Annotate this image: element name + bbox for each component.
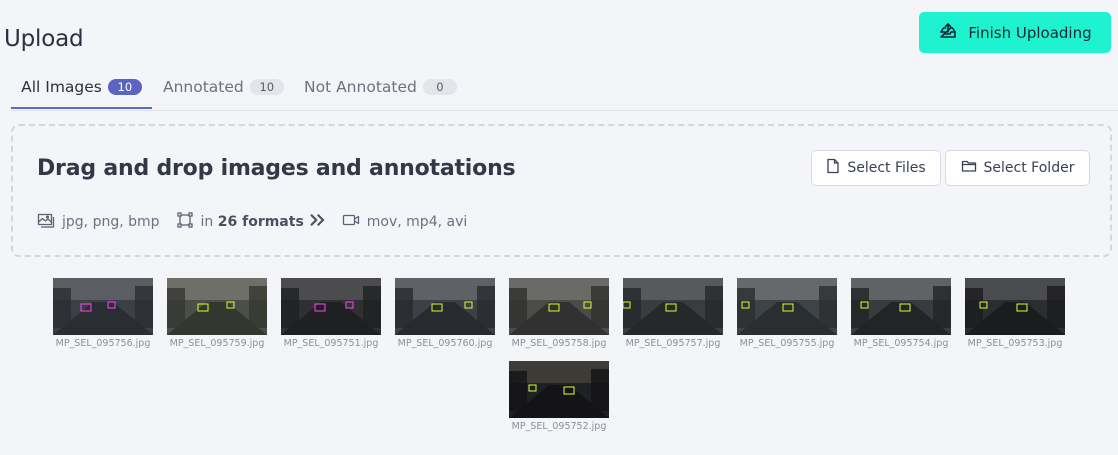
video-camera-icon — [342, 211, 360, 233]
image-thumbnail[interactable] — [281, 278, 381, 335]
image-filename: MP_SEL_095759.jpg — [169, 338, 265, 349]
select-files-label: Select Files — [847, 160, 926, 176]
select-folder-button[interactable]: Select Folder — [945, 150, 1090, 186]
tab-not-annotated[interactable]: Not Annotated 0 — [304, 66, 457, 108]
image-filename: MP_SEL_095752.jpg — [511, 421, 607, 432]
tab-label: All Images — [21, 77, 102, 96]
tab-all-images[interactable]: All Images 10 — [11, 66, 152, 109]
upload-tray-icon — [938, 21, 958, 45]
image-filename: MP_SEL_095755.jpg — [739, 338, 835, 349]
image-formats: jpg, png, bmp — [37, 211, 160, 233]
tab-annotated[interactable]: Annotated 10 — [163, 66, 284, 108]
page-title: Upload — [4, 26, 84, 52]
annotation-prefix: in — [200, 214, 214, 230]
image-thumbnail[interactable] — [395, 278, 495, 335]
select-folder-label: Select Folder — [983, 160, 1075, 176]
supported-formats: jpg, png, bmp in 26 formats mov, mp4, av… — [37, 212, 483, 232]
count-badge: 0 — [422, 79, 457, 95]
finish-uploading-button[interactable]: Finish Uploading — [919, 12, 1111, 53]
image-filename: MP_SEL_095758.jpg — [511, 338, 607, 349]
image-filename: MP_SEL_095754.jpg — [853, 338, 949, 349]
annotation-formats[interactable]: in 26 formats — [176, 211, 326, 233]
folder-icon — [961, 159, 977, 177]
images-icon — [37, 211, 55, 233]
image-thumbnail[interactable] — [623, 278, 723, 335]
double-chevron-right-icon — [308, 211, 326, 233]
image-filename: MP_SEL_095751.jpg — [283, 338, 379, 349]
image-filename: MP_SEL_095760.jpg — [397, 338, 493, 349]
select-files-button[interactable]: Select Files — [811, 150, 941, 186]
upload-dropzone[interactable]: Drag and drop images and annotations Sel… — [11, 124, 1112, 257]
count-badge: 10 — [249, 79, 284, 95]
finish-uploading-label: Finish Uploading — [968, 23, 1092, 42]
image-thumbnail[interactable] — [53, 278, 153, 335]
file-icon — [826, 158, 840, 178]
tab-label: Not Annotated — [304, 78, 417, 96]
image-filename: MP_SEL_095753.jpg — [967, 338, 1063, 349]
dropzone-title: Drag and drop images and annotations — [37, 156, 516, 181]
image-filename: MP_SEL_095757.jpg — [625, 338, 721, 349]
bounding-box-icon — [176, 211, 194, 233]
image-filename: MP_SEL_095756.jpg — [55, 338, 151, 349]
tab-label: Annotated — [163, 78, 244, 96]
image-thumbnail[interactable] — [851, 278, 951, 335]
image-formats-text: jpg, png, bmp — [62, 214, 160, 230]
image-thumbnail[interactable] — [965, 278, 1065, 335]
image-thumbnail[interactable] — [509, 361, 609, 418]
count-badge: 10 — [107, 78, 142, 95]
video-formats: mov, mp4, avi — [342, 211, 467, 233]
image-thumbnail[interactable] — [509, 278, 609, 335]
annotation-formats-count: 26 formats — [217, 214, 304, 230]
image-thumbnail[interactable] — [737, 278, 837, 335]
image-filter-tabs: All Images 10 Annotated 10 Not Annotated… — [11, 66, 1118, 111]
image-thumbnail[interactable] — [167, 278, 267, 335]
video-formats-text: mov, mp4, avi — [366, 214, 468, 230]
